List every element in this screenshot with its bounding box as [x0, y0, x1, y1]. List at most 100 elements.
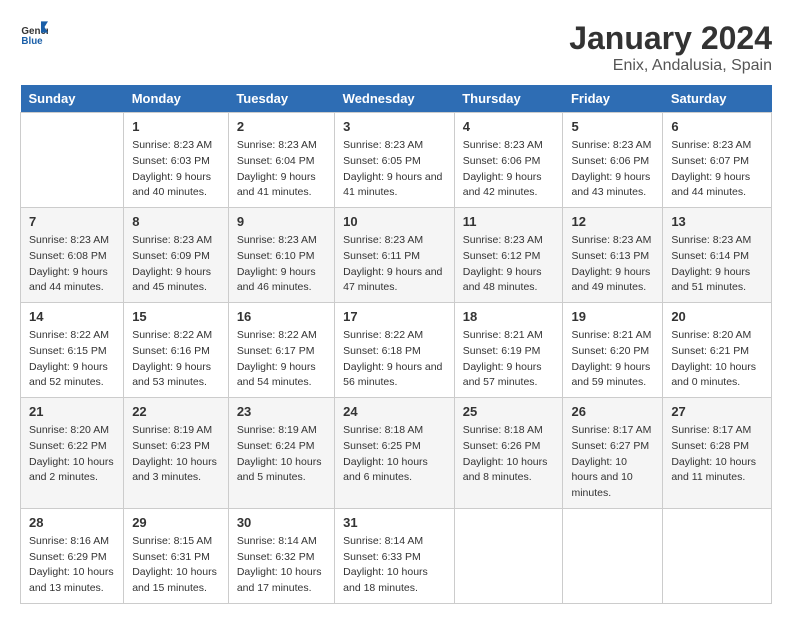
day-info: Sunrise: 8:22 AMSunset: 6:17 PMDaylight:…	[237, 328, 326, 391]
day-info: Sunrise: 8:23 AMSunset: 6:13 PMDaylight:…	[571, 233, 654, 296]
calendar-cell: 17Sunrise: 8:22 AMSunset: 6:18 PMDayligh…	[335, 303, 455, 398]
day-info: Sunrise: 8:23 AMSunset: 6:05 PMDaylight:…	[343, 138, 446, 201]
calendar-cell	[454, 508, 563, 603]
day-number: 28	[29, 515, 115, 530]
day-number: 3	[343, 119, 446, 134]
day-info: Sunrise: 8:23 AMSunset: 6:08 PMDaylight:…	[29, 233, 115, 296]
calendar-cell: 7 Sunrise: 8:23 AMSunset: 6:08 PMDaylight…	[21, 208, 124, 303]
calendar-header-row: SundayMondayTuesdayWednesdayThursdayFrid…	[21, 85, 772, 113]
day-number: 12	[571, 214, 654, 229]
day-info: Sunrise: 8:18 AMSunset: 6:26 PMDaylight:…	[463, 423, 555, 486]
calendar-cell: 1 Sunrise: 8:23 AMSunset: 6:03 PMDaylight…	[124, 113, 229, 208]
day-info: Sunrise: 8:23 AMSunset: 6:03 PMDaylight:…	[132, 138, 220, 201]
main-title: January 2024	[569, 20, 772, 57]
day-info: Sunrise: 8:23 AMSunset: 6:10 PMDaylight:…	[237, 233, 326, 296]
day-number: 10	[343, 214, 446, 229]
calendar-cell: 20 Sunrise: 8:20 AMSunset: 6:21 PMDayligh…	[663, 303, 772, 398]
day-info: Sunrise: 8:17 AMSunset: 6:28 PMDaylight:…	[671, 423, 763, 486]
day-number: 11	[463, 214, 555, 229]
calendar-cell: 28 Sunrise: 8:16 AMSunset: 6:29 PMDayligh…	[21, 508, 124, 603]
calendar-cell: 25 Sunrise: 8:18 AMSunset: 6:26 PMDayligh…	[454, 398, 563, 509]
calendar-cell: 14Sunrise: 8:22 AMSunset: 6:15 PMDayligh…	[21, 303, 124, 398]
day-number: 19	[571, 309, 654, 324]
calendar-cell: 16 Sunrise: 8:22 AMSunset: 6:17 PMDayligh…	[228, 303, 334, 398]
day-number: 22	[132, 404, 220, 419]
calendar-cell: 23 Sunrise: 8:19 AMSunset: 6:24 PMDayligh…	[228, 398, 334, 509]
calendar-cell: 24Sunrise: 8:18 AMSunset: 6:25 PMDayligh…	[335, 398, 455, 509]
day-number: 16	[237, 309, 326, 324]
day-info: Sunrise: 8:14 AMSunset: 6:33 PMDaylight:…	[343, 534, 446, 597]
day-info: Sunrise: 8:23 AMSunset: 6:06 PMDaylight:…	[463, 138, 555, 201]
day-info: Sunrise: 8:23 AMSunset: 6:11 PMDaylight:…	[343, 233, 446, 296]
day-info: Sunrise: 8:17 AMSunset: 6:27 PMDaylight:…	[571, 423, 654, 502]
day-number: 29	[132, 515, 220, 530]
header-day-friday: Friday	[563, 85, 663, 113]
day-number: 17	[343, 309, 446, 324]
calendar-cell: 9 Sunrise: 8:23 AMSunset: 6:10 PMDaylight…	[228, 208, 334, 303]
day-number: 24	[343, 404, 446, 419]
day-number: 25	[463, 404, 555, 419]
calendar-cell: 4Sunrise: 8:23 AMSunset: 6:06 PMDaylight…	[454, 113, 563, 208]
calendar-cell: 2Sunrise: 8:23 AMSunset: 6:04 PMDaylight…	[228, 113, 334, 208]
day-info: Sunrise: 8:23 AMSunset: 6:12 PMDaylight:…	[463, 233, 555, 296]
day-number: 31	[343, 515, 446, 530]
calendar-cell: 27 Sunrise: 8:17 AMSunset: 6:28 PMDayligh…	[663, 398, 772, 509]
calendar-cell: 13 Sunrise: 8:23 AMSunset: 6:14 PMDayligh…	[663, 208, 772, 303]
calendar-cell: 5 Sunrise: 8:23 AMSunset: 6:06 PMDaylight…	[563, 113, 663, 208]
calendar-cell	[663, 508, 772, 603]
day-number: 6	[671, 119, 763, 134]
day-number: 26	[571, 404, 654, 419]
day-number: 7	[29, 214, 115, 229]
calendar-cell: 31 Sunrise: 8:14 AMSunset: 6:33 PMDayligh…	[335, 508, 455, 603]
day-info: Sunrise: 8:21 AMSunset: 6:19 PMDaylight:…	[463, 328, 555, 391]
day-info: Sunrise: 8:19 AMSunset: 6:23 PMDaylight:…	[132, 423, 220, 486]
page-header: General Blue January 2024 Enix, Andalusi…	[20, 20, 772, 75]
logo-icon: General Blue	[20, 20, 48, 48]
calendar-cell: 8 Sunrise: 8:23 AMSunset: 6:09 PMDaylight…	[124, 208, 229, 303]
calendar-table: SundayMondayTuesdayWednesdayThursdayFrid…	[20, 85, 772, 604]
day-number: 30	[237, 515, 326, 530]
day-number: 23	[237, 404, 326, 419]
header-day-wednesday: Wednesday	[335, 85, 455, 113]
calendar-cell: 18Sunrise: 8:21 AMSunset: 6:19 PMDayligh…	[454, 303, 563, 398]
day-number: 1	[132, 119, 220, 134]
day-info: Sunrise: 8:23 AMSunset: 6:14 PMDaylight:…	[671, 233, 763, 296]
day-info: Sunrise: 8:19 AMSunset: 6:24 PMDaylight:…	[237, 423, 326, 486]
calendar-cell	[21, 113, 124, 208]
day-info: Sunrise: 8:21 AMSunset: 6:20 PMDaylight:…	[571, 328, 654, 391]
subtitle: Enix, Andalusia, Spain	[569, 57, 772, 75]
calendar-body: 1 Sunrise: 8:23 AMSunset: 6:03 PMDaylight…	[21, 113, 772, 604]
day-number: 8	[132, 214, 220, 229]
day-info: Sunrise: 8:15 AMSunset: 6:31 PMDaylight:…	[132, 534, 220, 597]
calendar-cell: 29 Sunrise: 8:15 AMSunset: 6:31 PMDayligh…	[124, 508, 229, 603]
day-info: Sunrise: 8:23 AMSunset: 6:06 PMDaylight:…	[571, 138, 654, 201]
header-day-sunday: Sunday	[21, 85, 124, 113]
calendar-week-1: 7 Sunrise: 8:23 AMSunset: 6:08 PMDaylight…	[21, 208, 772, 303]
calendar-cell: 15Sunrise: 8:22 AMSunset: 6:16 PMDayligh…	[124, 303, 229, 398]
day-number: 21	[29, 404, 115, 419]
header-day-monday: Monday	[124, 85, 229, 113]
day-info: Sunrise: 8:23 AMSunset: 6:04 PMDaylight:…	[237, 138, 326, 201]
day-number: 15	[132, 309, 220, 324]
calendar-cell: 22 Sunrise: 8:19 AMSunset: 6:23 PMDayligh…	[124, 398, 229, 509]
calendar-cell: 21 Sunrise: 8:20 AMSunset: 6:22 PMDayligh…	[21, 398, 124, 509]
calendar-cell: 30Sunrise: 8:14 AMSunset: 6:32 PMDayligh…	[228, 508, 334, 603]
title-block: January 2024 Enix, Andalusia, Spain	[569, 20, 772, 75]
day-number: 13	[671, 214, 763, 229]
day-info: Sunrise: 8:23 AMSunset: 6:09 PMDaylight:…	[132, 233, 220, 296]
day-info: Sunrise: 8:20 AMSunset: 6:22 PMDaylight:…	[29, 423, 115, 486]
header-day-saturday: Saturday	[663, 85, 772, 113]
day-number: 5	[571, 119, 654, 134]
calendar-cell: 3 Sunrise: 8:23 AMSunset: 6:05 PMDaylight…	[335, 113, 455, 208]
day-number: 9	[237, 214, 326, 229]
day-number: 27	[671, 404, 763, 419]
day-info: Sunrise: 8:23 AMSunset: 6:07 PMDaylight:…	[671, 138, 763, 201]
calendar-cell: 11 Sunrise: 8:23 AMSunset: 6:12 PMDayligh…	[454, 208, 563, 303]
day-info: Sunrise: 8:16 AMSunset: 6:29 PMDaylight:…	[29, 534, 115, 597]
day-number: 20	[671, 309, 763, 324]
calendar-cell: 6 Sunrise: 8:23 AMSunset: 6:07 PMDaylight…	[663, 113, 772, 208]
day-info: Sunrise: 8:20 AMSunset: 6:21 PMDaylight:…	[671, 328, 763, 391]
header-day-thursday: Thursday	[454, 85, 563, 113]
calendar-cell: 12 Sunrise: 8:23 AMSunset: 6:13 PMDayligh…	[563, 208, 663, 303]
calendar-cell: 26 Sunrise: 8:17 AMSunset: 6:27 PMDayligh…	[563, 398, 663, 509]
